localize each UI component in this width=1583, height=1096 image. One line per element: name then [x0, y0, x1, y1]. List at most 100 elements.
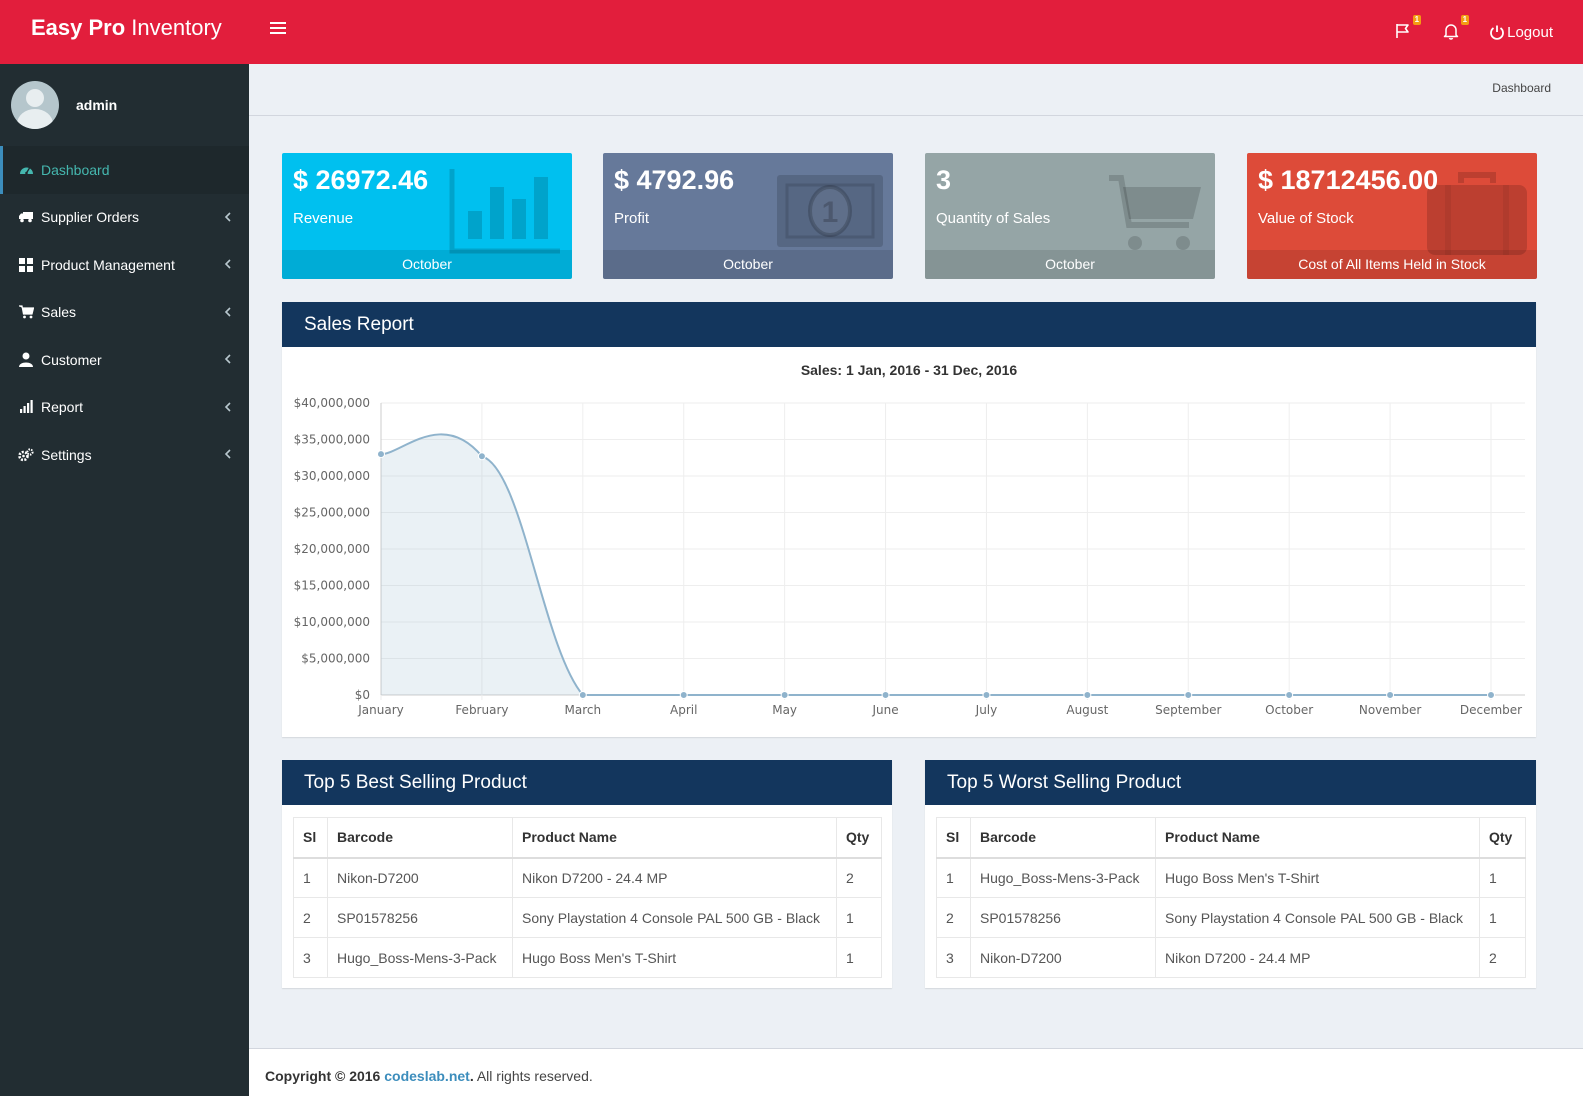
data-point: [982, 691, 991, 699]
column-header: Barcode: [327, 817, 513, 859]
quantity-footer-link[interactable]: October: [925, 250, 1215, 279]
x-tick-label: February: [455, 703, 508, 717]
column-header: Qty: [1479, 817, 1526, 859]
data-point: [1184, 691, 1193, 699]
stock-value-tile: $ 18712456.00 Value of Stock Cost of All…: [1247, 153, 1537, 279]
y-tick-label: $20,000,000: [294, 542, 370, 556]
table-cell: 3: [936, 937, 971, 978]
data-point: [1083, 691, 1092, 699]
y-tick-label: $10,000,000: [294, 615, 370, 629]
column-header: Product Name: [1155, 817, 1480, 859]
x-tick-label: June: [871, 703, 898, 717]
table-cell: 2: [293, 897, 328, 938]
bar-chart-icon: [449, 169, 560, 254]
table-cell: Nikon D7200 - 24.4 MP: [1155, 937, 1480, 978]
sales-area-fill: [381, 434, 1491, 695]
quantity-label: Quantity of Sales: [936, 210, 1051, 227]
column-header: Sl: [293, 817, 328, 859]
cart-icon: [18, 304, 34, 320]
best-selling-table: Sl Barcode Product Name Qty 1 Nikon-D7200…: [293, 817, 882, 978]
table-cell: Hugo_Boss-Mens-3-Pack: [327, 937, 513, 978]
user-icon: [18, 352, 34, 368]
th-large-icon: [18, 257, 34, 273]
sidebar: admin Dashboard Supplier Orders Product …: [0, 64, 249, 1096]
data-point: [377, 450, 385, 459]
user-panel: admin: [0, 64, 249, 146]
sidebar-toggle-button[interactable]: [270, 22, 286, 36]
best-selling-box: Top 5 Best Selling Product Sl Barcode Pr…: [282, 760, 892, 988]
x-tick-label: January: [357, 703, 404, 717]
table-cell: 1: [1479, 897, 1526, 938]
avatar: [11, 81, 59, 129]
revenue-footer-link[interactable]: October: [282, 250, 572, 279]
data-point: [679, 691, 688, 699]
table-header-row: Sl Barcode Product Name Qty: [293, 817, 882, 859]
data-point: [1386, 691, 1395, 699]
table-row: 2 SP01578256 Sony Playstation 4 Console PA…: [293, 897, 882, 938]
chevron-left-icon: [224, 449, 231, 459]
bell-badge: 1: [1460, 15, 1470, 25]
rights-text: All rights reserved.: [473, 1068, 593, 1084]
breadcrumb[interactable]: Dashboard: [1492, 81, 1551, 95]
table-cell: Sony Playstation 4 Console PAL 500 GB - …: [512, 897, 837, 938]
user-name: admin: [76, 97, 118, 113]
bar-chart-icon: [18, 399, 34, 415]
table-cell: Nikon-D7200: [327, 857, 513, 898]
stock-value-footer-link[interactable]: Cost of All Items Held in Stock: [1247, 250, 1537, 279]
sidebar-item-product-management[interactable]: Product Management: [0, 241, 249, 289]
sidebar-item-customer[interactable]: Customer: [0, 336, 249, 384]
data-point: [780, 691, 789, 699]
profit-footer-link[interactable]: October: [603, 250, 893, 279]
table-cell: Sony Playstation 4 Console PAL 500 GB - …: [1155, 897, 1480, 938]
y-tick-label: $30,000,000: [294, 469, 370, 483]
table-cell: 1: [936, 857, 971, 898]
sidebar-item-dashboard[interactable]: Dashboard: [0, 146, 249, 194]
column-header: Sl: [936, 817, 971, 859]
sidebar-item-report[interactable]: Report: [0, 384, 249, 432]
column-header: Qty: [836, 817, 882, 859]
brand-logo[interactable]: Easy Pro Inventory: [0, 0, 250, 64]
x-tick-label: August: [1066, 703, 1108, 717]
money-icon: 1: [777, 175, 883, 247]
x-tick-label: May: [772, 703, 797, 717]
chevron-left-icon: [224, 211, 231, 222]
codeslab-link[interactable]: codeslab.net: [384, 1068, 470, 1084]
bell-notification-button[interactable]: 1: [1441, 15, 1470, 43]
logout-button[interactable]: Logout: [1489, 24, 1553, 41]
sales-chart: $0 $5,000,000 $10,000,000 $15,000,000 $20,00…: [294, 396, 1525, 717]
gears-icon: [18, 447, 34, 463]
table-cell: Hugo Boss Men's T-Shirt: [1155, 857, 1480, 898]
power-icon: [1490, 25, 1504, 40]
hamburger-icon: [270, 22, 286, 24]
table-cell: 2: [1479, 937, 1526, 978]
sidebar-item-settings[interactable]: Settings: [0, 431, 249, 479]
table-cell: SP01578256: [327, 897, 513, 938]
revenue-label: Revenue: [293, 210, 354, 227]
logout-label: Logout: [1507, 23, 1553, 41]
sidebar-item-label: Product Management: [41, 256, 175, 273]
sidebar-item-label: Customer: [41, 351, 102, 368]
profit-value: $ 4792.96: [614, 165, 735, 195]
sidebar-item-label: Dashboard: [41, 161, 110, 178]
table-cell: 1: [293, 857, 328, 898]
chevron-left-icon: [224, 401, 231, 412]
profit-tile: 1 $ 4792.96 Profit October: [603, 153, 893, 279]
sales-report-title: Sales Report: [282, 302, 1536, 347]
brand-rest: Inventory: [125, 15, 222, 40]
y-tick-label: $25,000,000: [294, 506, 370, 520]
sidebar-item-label: Supplier Orders: [41, 209, 140, 226]
sidebar-item-supplier-orders[interactable]: Supplier Orders: [0, 194, 249, 242]
y-tick-label: $40,000,000: [294, 396, 370, 410]
x-tick-label: July: [975, 703, 998, 717]
copyright-text: Copyright © 2016: [265, 1068, 385, 1084]
sidebar-item-label: Sales: [41, 304, 77, 321]
table-cell: 3: [293, 937, 328, 978]
data-point: [881, 691, 890, 699]
table-cell: SP01578256: [970, 897, 1156, 938]
flag-notification-button[interactable]: 1: [1393, 15, 1422, 43]
y-tick-label: $35,000,000: [294, 433, 370, 447]
sidebar-item-sales[interactable]: Sales: [0, 289, 249, 337]
x-tick-label: April: [670, 703, 697, 717]
sidebar-item-label: Settings: [41, 446, 92, 463]
sidebar-menu: Dashboard Supplier Orders Product Manage…: [0, 146, 249, 479]
